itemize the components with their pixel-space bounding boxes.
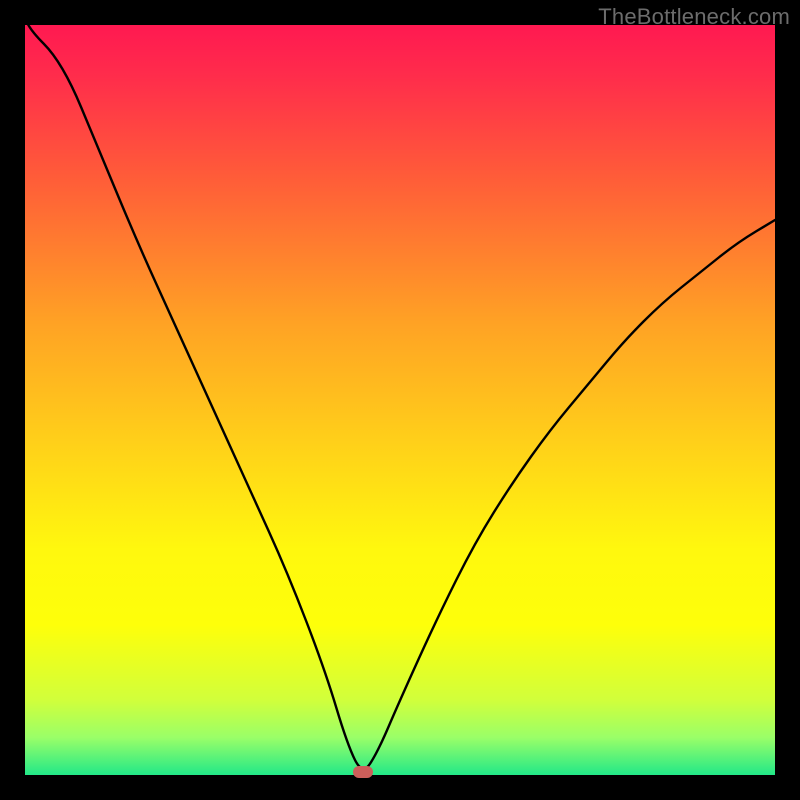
chart-frame: TheBottleneck.com bbox=[0, 0, 800, 800]
optimal-point-marker bbox=[353, 766, 373, 778]
chart-plot-area bbox=[25, 25, 775, 775]
bottleneck-curve bbox=[25, 25, 775, 775]
